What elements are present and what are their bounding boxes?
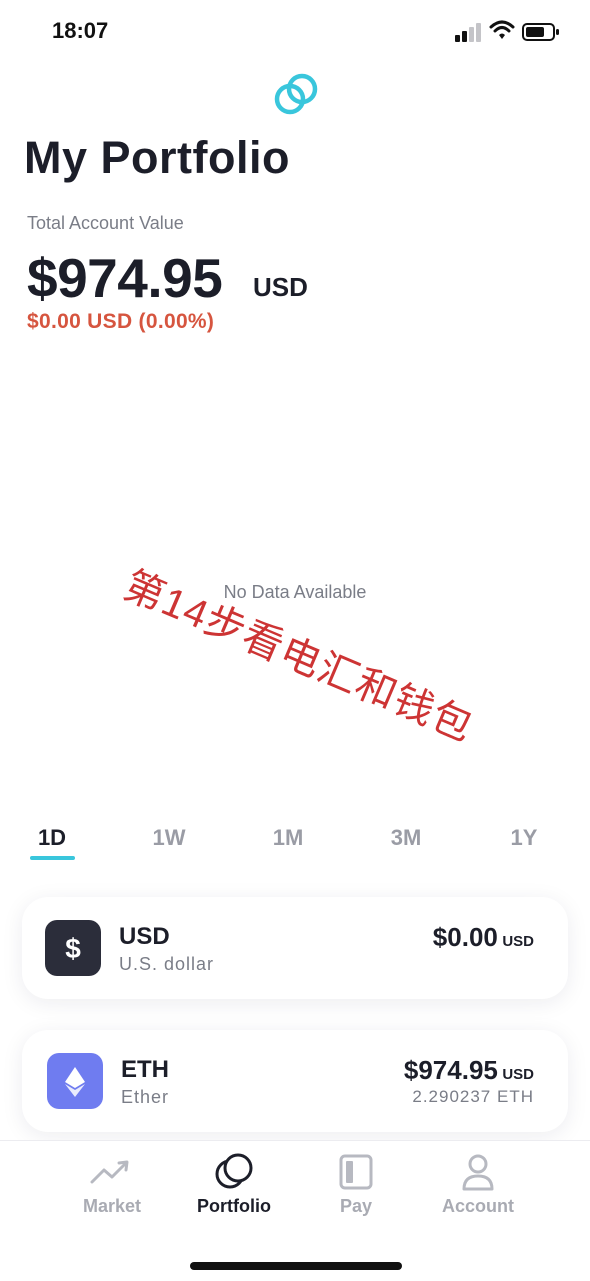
range-tab-1w[interactable]: 1W bbox=[139, 825, 199, 851]
nav-item-portfolio[interactable]: Portfolio bbox=[179, 1152, 289, 1217]
nav-item-account[interactable]: Account bbox=[423, 1152, 533, 1217]
asset-symbol: USD bbox=[119, 923, 170, 950]
range-tab-1d[interactable]: 1D bbox=[22, 825, 82, 851]
asset-name: Ether bbox=[121, 1087, 170, 1107]
range-tab-1m[interactable]: 1M bbox=[258, 825, 318, 851]
value-change: $0.00 USD (0.00%) bbox=[27, 310, 215, 333]
watermark-text: 第14步看电汇和钱包 bbox=[117, 563, 480, 751]
nav-label-market: Market bbox=[82, 1196, 142, 1216]
range-tab-1y[interactable]: 1Y bbox=[494, 825, 554, 851]
nav-label-account: Account bbox=[442, 1196, 514, 1216]
range-tab-indicator bbox=[30, 856, 75, 860]
nav-item-market[interactable]: Market bbox=[57, 1152, 167, 1217]
page-title: My Portfolio bbox=[24, 132, 290, 183]
asset-quantity: 2.290237 ETH bbox=[412, 1087, 534, 1106]
svg-text:$: $ bbox=[65, 933, 81, 964]
nav-item-pay[interactable]: Pay bbox=[301, 1152, 411, 1217]
asset-name: U.S. dollar bbox=[119, 954, 215, 974]
status-time: 18:07 bbox=[52, 18, 109, 43]
asset-value: $0.00 bbox=[432, 922, 498, 952]
asset-value: $974.95 bbox=[403, 1055, 498, 1085]
trend-icon bbox=[90, 1160, 129, 1184]
nav-label-portfolio: Portfolio bbox=[197, 1196, 271, 1216]
asset-symbol: ETH bbox=[121, 1056, 169, 1083]
home-indicator[interactable] bbox=[190, 1262, 402, 1270]
gemini-logo-icon bbox=[274, 73, 318, 115]
total-account-value-unit: USD bbox=[253, 272, 308, 302]
ethereum-icon bbox=[47, 1053, 103, 1109]
nav-label-pay: Pay bbox=[339, 1196, 373, 1216]
total-account-value: $974.95 bbox=[27, 247, 223, 309]
dollar-icon: $ bbox=[45, 920, 101, 976]
wifi-icon bbox=[489, 20, 515, 39]
cellular-signal-icon bbox=[455, 23, 481, 42]
asset-value-unit: USD bbox=[502, 933, 534, 950]
battery-icon bbox=[522, 23, 559, 41]
asset-value-row: $0.00 USD bbox=[433, 922, 534, 953]
asset-value-row: $974.95 USD bbox=[404, 1055, 534, 1086]
total-account-value-label: Total Account Value bbox=[27, 213, 184, 233]
chart-empty-message: No Data Available bbox=[223, 582, 367, 602]
portfolio-icon bbox=[215, 1153, 253, 1189]
pay-icon bbox=[339, 1154, 373, 1190]
account-icon bbox=[462, 1154, 494, 1191]
range-tab-3m[interactable]: 3M bbox=[376, 825, 436, 851]
asset-value-unit: USD bbox=[502, 1066, 534, 1083]
